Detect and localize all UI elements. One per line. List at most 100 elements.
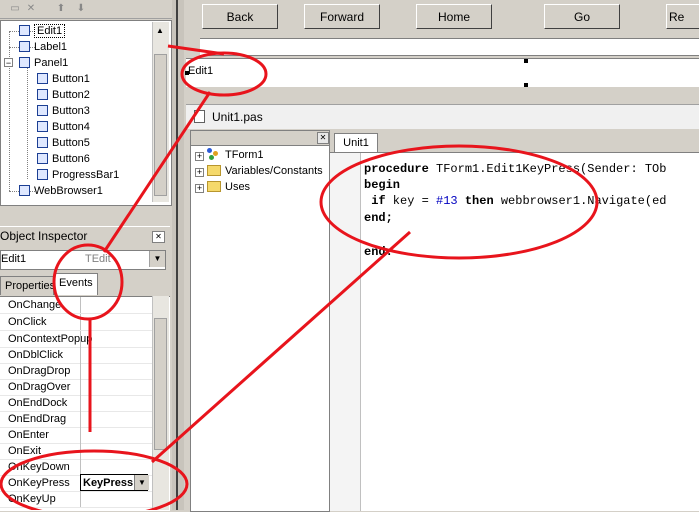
- tree-item-label: Button3: [52, 105, 90, 117]
- selection-handle[interactable]: [524, 59, 528, 63]
- code-explorer-label: TForm1: [225, 149, 264, 161]
- event-name: OnDragOver: [8, 381, 71, 393]
- code-line-3: if key = #13 then webbrowser1.Navigate(e…: [364, 194, 667, 208]
- component-icon: [37, 169, 48, 180]
- expand-icon[interactable]: +: [195, 152, 204, 161]
- selection-handle[interactable]: [185, 71, 189, 75]
- event-name: OnChange: [8, 299, 62, 311]
- event-row-onexit[interactable]: OnExit: [0, 443, 152, 460]
- code-explorer-item-uses[interactable]: + Uses: [195, 179, 250, 195]
- event-grid-scrollbar[interactable]: [152, 296, 169, 510]
- structure-tree: Edit1 Label1 − Panel1 Button1 Button2 Bu…: [0, 20, 172, 206]
- tree-item-button6[interactable]: Button6: [37, 151, 90, 167]
- code-line-4: end;: [364, 211, 393, 225]
- event-name: OnKeyPress: [8, 477, 70, 489]
- folder-icon: [207, 165, 221, 176]
- event-row-ondblclick[interactable]: OnDblClick: [0, 347, 152, 364]
- expand-icon[interactable]: +: [195, 184, 204, 193]
- back-button[interactable]: Back: [202, 4, 278, 29]
- arrow-up-icon[interactable]: ⬆: [54, 2, 68, 15]
- tree-item-panel1[interactable]: Panel1: [19, 55, 68, 71]
- code-editor[interactable]: procedure TForm1.Edit1KeyPress(Sender: T…: [330, 152, 699, 511]
- event-name: OnEndDrag: [8, 413, 67, 425]
- tree-item-label: Label1: [34, 41, 68, 53]
- tree-scrollbar[interactable]: ▲: [152, 22, 169, 202]
- code-explorer-item-tform1[interactable]: + TForm1: [195, 147, 264, 163]
- tree-item-label: Button5: [52, 137, 90, 149]
- scrollbar-thumb[interactable]: [154, 54, 167, 196]
- component-selector[interactable]: Edit1 TEdit ▼: [0, 250, 166, 270]
- file-icon: [194, 110, 205, 123]
- arrow-down-icon[interactable]: ⬇: [74, 2, 88, 15]
- chevron-down-icon[interactable]: ▼: [149, 251, 165, 267]
- tab-events[interactable]: Events: [54, 273, 98, 295]
- component-icon: [37, 105, 48, 116]
- tree-item-label: Button1: [52, 73, 90, 85]
- refresh-button[interactable]: Re: [666, 4, 699, 29]
- selection-handle[interactable]: [524, 83, 528, 87]
- event-row-onenddock[interactable]: OnEndDock: [0, 395, 152, 412]
- event-row-ondragover[interactable]: OnDragOver: [0, 379, 152, 396]
- event-row-onchange[interactable]: OnChange: [0, 297, 152, 314]
- event-row-onkeyup[interactable]: OnKeyUp: [0, 491, 152, 508]
- close-icon[interactable]: ✕: [317, 132, 329, 144]
- event-row-onenddrag[interactable]: OnEndDrag: [0, 411, 152, 428]
- event-name: OnExit: [8, 445, 42, 457]
- event-row-oncontextpopup[interactable]: OnContextPopup: [0, 331, 152, 348]
- editor-gutter: [330, 153, 361, 511]
- editor-title: Unit1.pas: [212, 110, 263, 124]
- scroll-up-icon[interactable]: ▲: [156, 26, 164, 35]
- event-row-ondragdrop[interactable]: OnDragDrop: [0, 363, 152, 380]
- code-explorer-item-variables[interactable]: + Variables/Constants: [195, 163, 323, 179]
- expand-icon[interactable]: +: [195, 168, 204, 177]
- event-row-onclick[interactable]: OnClick: [0, 314, 152, 331]
- tree-item-label: Edit1: [34, 24, 66, 38]
- editor-tab-strip: [330, 130, 699, 152]
- tree-item-button3[interactable]: Button3: [37, 103, 90, 119]
- tree-item-button2[interactable]: Button2: [37, 87, 90, 103]
- tree-item-button1[interactable]: Button1: [37, 71, 90, 87]
- component-icon: [37, 73, 48, 84]
- event-name: OnDblClick: [8, 349, 64, 361]
- event-name: OnEnter: [8, 429, 49, 441]
- new-item-icon[interactable]: ✕: [24, 2, 38, 15]
- scrollbar-thumb[interactable]: [154, 318, 167, 450]
- component-icon: [37, 153, 48, 164]
- tree-item-progressbar1[interactable]: ProgressBar1: [37, 167, 119, 183]
- code-line-5: end.: [364, 245, 393, 259]
- tree-item-button4[interactable]: Button4: [37, 119, 90, 135]
- code-line-1: procedure TForm1.Edit1KeyPress(Sender: T…: [364, 162, 667, 176]
- chevron-down-icon[interactable]: ▼: [134, 475, 149, 490]
- tree-item-label1[interactable]: Label1: [19, 39, 67, 55]
- collapse-icon[interactable]: −: [4, 58, 13, 68]
- event-name: OnEndDock: [8, 397, 68, 409]
- forward-button[interactable]: Forward: [304, 4, 380, 29]
- component-icon: [19, 185, 30, 196]
- vertical-splitter[interactable]: [172, 0, 184, 510]
- object-inspector-header: Object Inspector ✕: [0, 226, 170, 245]
- tree-item-webbrowser1[interactable]: WebBrowser1: [19, 183, 103, 199]
- tree-item-label: Button2: [52, 89, 90, 101]
- component-icon: [37, 89, 48, 100]
- close-icon[interactable]: ✕: [152, 231, 165, 243]
- tree-item-label: Button6: [52, 153, 90, 165]
- component-icon: [19, 57, 30, 68]
- tree-item-label: Button4: [52, 121, 90, 133]
- component-icon: [37, 137, 48, 148]
- code-line-2: begin: [364, 178, 401, 192]
- component-icon: [37, 121, 48, 132]
- component-icon: [19, 41, 30, 52]
- event-name: OnKeyUp: [8, 493, 56, 505]
- event-row-onenter[interactable]: OnEnter: [0, 427, 152, 444]
- home-button[interactable]: Home: [416, 4, 492, 29]
- editor-titlebar: Unit1.pas: [186, 104, 699, 129]
- tree-item-edit1[interactable]: Edit1: [19, 23, 66, 39]
- event-name: OnKeyDown: [8, 461, 70, 473]
- tree-item-button5[interactable]: Button5: [37, 135, 90, 151]
- tab-unit1[interactable]: Unit1: [334, 133, 378, 153]
- edit1-field[interactable]: Edit1: [186, 58, 699, 87]
- go-button[interactable]: Go: [544, 4, 620, 29]
- tree-item-label: Panel1: [34, 57, 69, 69]
- tab-properties[interactable]: Properties: [0, 276, 54, 295]
- folder-icon[interactable]: ▭: [8, 2, 22, 15]
